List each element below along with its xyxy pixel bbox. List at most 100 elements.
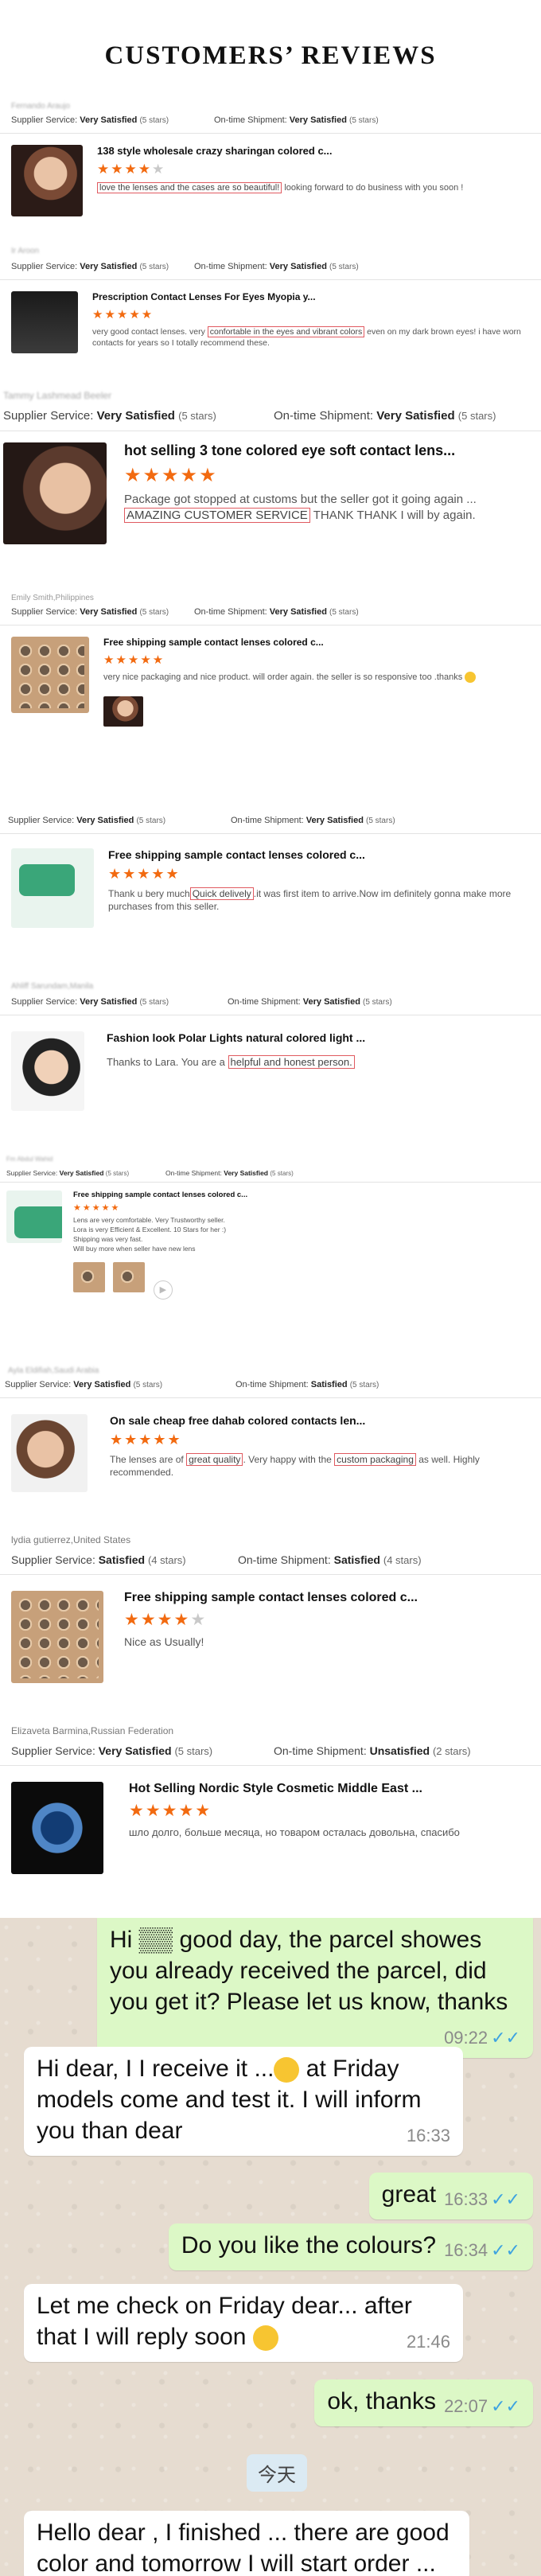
product-title[interactable]: Hot Selling Nordic Style Cosmetic Middle…	[129, 1782, 541, 1796]
supplier-rating: Very Satisfied	[80, 262, 138, 271]
read-ticks-icon: ✓✓	[491, 2028, 520, 2048]
highlight: AMAZING CUSTOMER SERVICE	[124, 508, 310, 524]
shipment-rating: Very Satisfied	[269, 607, 327, 617]
shipment-rating: Very Satisfied	[224, 1169, 269, 1177]
review-line: Shipping was very fast.	[73, 1234, 143, 1243]
chat-message-outgoing: Hi ▒▒ good day, the parcel showes you al…	[97, 1918, 533, 2058]
supplier-stars: (5 stars)	[105, 1170, 130, 1177]
rating-row: Supplier Service: Very Satisfied (5 star…	[0, 607, 541, 625]
review-card: lydia gutierrez,United States Supplier S…	[0, 1534, 541, 1683]
review-photo[interactable]	[73, 1261, 105, 1292]
review-text: Thanks to Lara. You are a helpful and ho…	[107, 1055, 541, 1070]
review-text: шло долго, больше месяца, но товаром ост…	[129, 1826, 460, 1838]
highlight: confortable in the eyes and vibrant colo…	[207, 326, 365, 337]
product-image[interactable]	[11, 1031, 84, 1111]
review-text: Nice as Usually!	[124, 1635, 204, 1648]
rating-row: Supplier Service: Very Satisfied (5 star…	[0, 1169, 541, 1183]
product-image[interactable]	[6, 1191, 62, 1243]
rating-row: Supplier Service: Very Satisfied (5 star…	[0, 1744, 541, 1766]
shipment-stars: (5 stars)	[349, 1381, 379, 1389]
supplier-label: Supplier Service:	[11, 115, 78, 125]
product-image[interactable]	[11, 145, 83, 216]
product-title[interactable]: Free shipping sample contact lenses colo…	[73, 1191, 541, 1199]
product-title[interactable]: Free shipping sample contact lenses colo…	[103, 637, 541, 648]
shipment-rating: Very Satisfied	[306, 816, 364, 825]
chat-message-incoming: Let me check on Friday dear... after tha…	[24, 2284, 463, 2362]
shipment-label: On-time Shipment:	[274, 1744, 367, 1757]
product-image[interactable]	[11, 291, 78, 353]
shipment-label: On-time Shipment:	[214, 115, 287, 125]
product-title[interactable]: hot selling 3 tone colored eye soft cont…	[124, 442, 541, 459]
review-line: Will buy more when seller have new lens	[73, 1244, 196, 1253]
product-image[interactable]	[11, 637, 89, 713]
supplier-stars: (4 stars)	[147, 1554, 186, 1566]
product-image[interactable]	[11, 1782, 103, 1874]
shipment-stars: (5 stars)	[365, 816, 395, 825]
kiss-emoji-icon	[252, 2325, 278, 2352]
chat-message-incoming: Hello dear , I finished ... there are go…	[24, 2511, 469, 2576]
shipment-stars: (5 stars)	[362, 998, 392, 1007]
highlight: custom packaging	[334, 1453, 416, 1466]
review-text-pre: Package got stopped at customs but the s…	[124, 493, 477, 506]
review-photo[interactable]	[103, 696, 143, 727]
shipment-label: On-time Shipment:	[235, 1380, 309, 1389]
review-card: Emily Smith,Philippines Supplier Service…	[0, 594, 541, 731]
product-title[interactable]: Free shipping sample contact lenses colo…	[108, 848, 541, 861]
supplier-label: Supplier Service:	[11, 1553, 95, 1566]
supplier-rating: Very Satisfied	[59, 1169, 104, 1177]
supplier-stars: (5 stars)	[139, 998, 169, 1007]
chat-message-outgoing: Do you like the colours? 16:34 ✓✓	[168, 2223, 533, 2270]
supplier-label: Supplier Service:	[11, 997, 78, 1007]
supplier-rating: Very Satisfied	[80, 607, 138, 617]
supplier-rating: Very Satisfied	[80, 115, 138, 125]
message-text: ok, thanks	[327, 2388, 437, 2414]
supplier-stars: (5 stars)	[178, 410, 216, 422]
supplier-rating: Very Satisfied	[98, 1744, 172, 1757]
review-text: Package got stopped at customs but the s…	[124, 492, 541, 524]
highlight: helpful and honest person.	[228, 1055, 355, 1069]
smile-emoji-icon	[465, 672, 477, 684]
highlight: love the lenses and the cases are so bea…	[97, 182, 282, 193]
product-image[interactable]	[11, 848, 94, 928]
chat-message-outgoing: ok, thanks 22:07 ✓✓	[314, 2379, 533, 2426]
review-text: The lenses are of great quality. Very ha…	[110, 1453, 541, 1479]
review-card: Ayla Eldifiah,Saudi Arabia Supplier Serv…	[0, 1366, 541, 1492]
product-image[interactable]	[3, 442, 107, 544]
star-rating: ★★★★★	[110, 1432, 182, 1448]
video-play-icon[interactable]: ▶	[153, 1280, 173, 1300]
product-title[interactable]: Free shipping sample contact lenses colo…	[124, 1591, 541, 1605]
buyer-name: Ir Aroon	[11, 247, 40, 255]
message-time-value: 09:22	[444, 2028, 488, 2048]
product-title[interactable]: Prescription Contact Lenses For Eyes Myo…	[92, 291, 541, 302]
highlight: Quick delively	[189, 887, 254, 900]
product-image[interactable]	[11, 1591, 103, 1683]
product-title[interactable]: 138 style wholesale crazy sharingan colo…	[97, 145, 541, 157]
chat-message-incoming: Hi dear, I I receive it ... at Friday mo…	[24, 2047, 463, 2156]
buyer-name: Elizaveta Barmina,Russian Federation	[11, 1725, 174, 1736]
review-card: Ir Aroon Supplier Service: Very Satisfie…	[0, 247, 541, 353]
product-title[interactable]: On sale cheap free dahab colored contact…	[110, 1414, 541, 1427]
read-ticks-icon: ✓✓	[491, 2240, 520, 2260]
message-time: 16:33 ✓✓	[444, 2188, 520, 2212]
rating-row: Supplier Service: Very Satisfied (5 star…	[0, 262, 541, 280]
supplier-rating: Very Satisfied	[80, 997, 138, 1007]
review-line: Lora is very Efficient & Excellent. 10 S…	[73, 1225, 227, 1233]
product-image[interactable]	[11, 1414, 88, 1492]
thumbs-up-emoji-icon	[274, 2057, 300, 2083]
buyer-name: Fernando Araujo	[11, 102, 70, 111]
star-rating: ★★★★★	[97, 162, 166, 177]
review-photo[interactable]	[113, 1261, 146, 1292]
message-text: Do you like the colours?	[181, 2232, 437, 2258]
shipment-label: On-time Shipment:	[228, 997, 301, 1007]
message-time-value: 16:34	[444, 2240, 488, 2260]
message-text: Hello dear , I finished ... there are go…	[37, 2519, 450, 2576]
shipment-stars: (5 stars)	[457, 410, 496, 422]
shipment-label: On-time Shipment:	[231, 816, 304, 825]
rating-row: Supplier Service: Very Satisfied (5 star…	[0, 816, 541, 834]
review-text-pre: Thank u bery much	[108, 888, 190, 899]
buyer-name: Emily Smith,Philippines	[11, 594, 94, 602]
supplier-stars: (5 stars)	[139, 116, 169, 125]
read-ticks-icon: ✓✓	[491, 2189, 520, 2209]
message-text: great	[381, 2181, 437, 2208]
product-title[interactable]: Fashion look Polar Lights natural colore…	[107, 1031, 541, 1044]
